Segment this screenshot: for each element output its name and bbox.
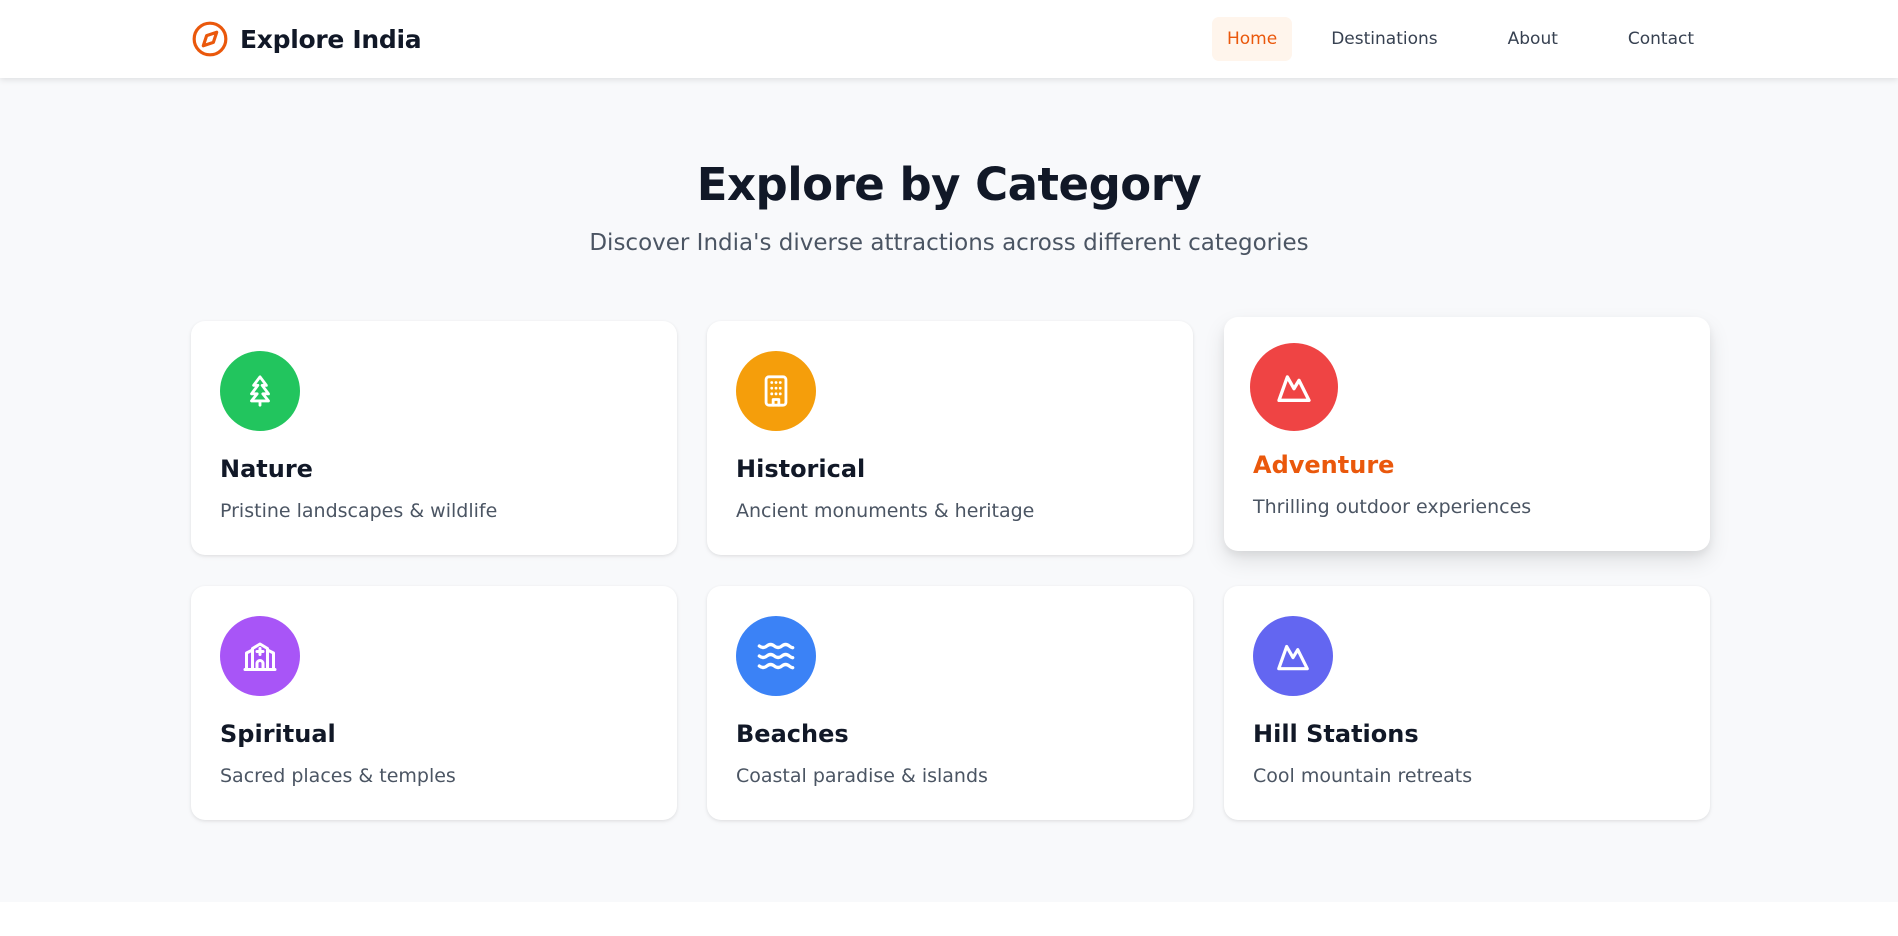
mountain-icon (1250, 343, 1338, 431)
page-footer-area (0, 902, 1898, 936)
church-icon (220, 616, 300, 696)
category-description: Coastal paradise & islands (736, 765, 988, 787)
category-title: Nature (220, 455, 313, 483)
mountain-icon (1253, 616, 1333, 696)
category-card-nature[interactable]: Nature Pristine landscapes & wildlife (191, 321, 677, 555)
category-card-hill-stations[interactable]: Hill Stations Cool mountain retreats (1224, 586, 1710, 820)
category-title: Spiritual (220, 720, 336, 748)
category-title: Hill Stations (1253, 720, 1419, 748)
category-title: Historical (736, 455, 866, 483)
nav-contact-link[interactable]: Contact (1613, 17, 1709, 61)
category-card-spiritual[interactable]: Spiritual Sacred places & temples (191, 586, 677, 820)
category-description: Ancient monuments & heritage (736, 500, 1035, 522)
category-title: Adventure (1253, 451, 1395, 479)
nav-about-link[interactable]: About (1493, 17, 1573, 61)
category-card-historical[interactable]: Historical Ancient monuments & heritage (707, 321, 1193, 555)
brand-logo-link[interactable]: Explore India (191, 19, 422, 59)
navbar: Explore India Home Destinations About Co… (0, 0, 1898, 78)
category-card-beaches[interactable]: Beaches Coastal paradise & islands (707, 586, 1193, 820)
category-description: Cool mountain retreats (1253, 765, 1473, 787)
category-description: Thrilling outdoor experiences (1253, 496, 1532, 518)
brand-name: Explore India (240, 24, 422, 54)
category-title: Beaches (736, 720, 849, 748)
tree-icon (220, 351, 300, 431)
building-icon (736, 351, 816, 431)
section-title: Explore by Category (696, 158, 1202, 211)
category-card-adventure[interactable]: Adventure Thrilling outdoor experiences (1224, 317, 1710, 551)
category-section: Explore by Category Discover India's div… (0, 78, 1898, 902)
main-nav: Home Destinations About Contact (1212, 16, 1709, 62)
category-description: Pristine landscapes & wildlife (220, 500, 498, 522)
category-description: Sacred places & temples (220, 765, 456, 787)
section-subtitle: Discover India's diverse attractions acr… (589, 230, 1309, 256)
waves-icon (736, 616, 816, 696)
nav-destinations-link[interactable]: Destinations (1316, 17, 1452, 61)
nav-home-link[interactable]: Home (1212, 17, 1293, 61)
compass-icon (191, 20, 229, 58)
